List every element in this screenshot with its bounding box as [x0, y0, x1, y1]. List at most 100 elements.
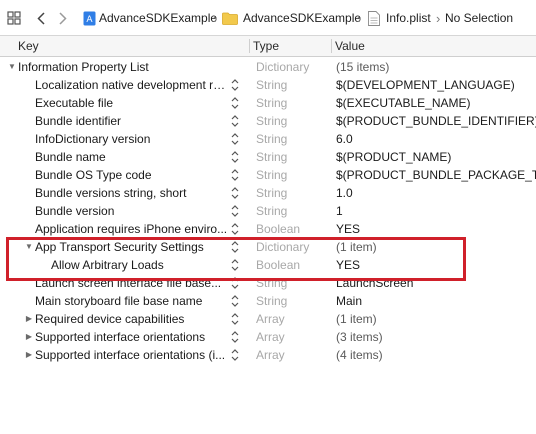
row-type[interactable]: String [256, 112, 287, 130]
row-value[interactable]: YES [336, 220, 536, 238]
key-stepper-icon[interactable] [231, 78, 239, 92]
key-stepper-icon[interactable] [231, 330, 239, 344]
row-key[interactable]: Application requires iPhone enviro... [35, 220, 228, 238]
row-value[interactable]: (1 item) [336, 238, 536, 256]
column-key-header[interactable]: Key [18, 36, 39, 56]
row-key[interactable]: Required device capabilities [35, 310, 228, 328]
row-value[interactable]: 1.0 [336, 184, 536, 202]
row-type[interactable]: Dictionary [256, 238, 309, 256]
row-type[interactable]: Boolean [256, 256, 300, 274]
row-type[interactable]: String [256, 184, 287, 202]
row-key[interactable]: Bundle name [35, 148, 228, 166]
row-type[interactable]: String [256, 94, 287, 112]
row-key[interactable]: Allow Arbitrary Loads [51, 256, 228, 274]
column-value-header[interactable]: Value [335, 36, 365, 56]
disclosure-expanded-icon[interactable]: ▼ [24, 238, 34, 256]
row-key[interactable]: InfoDictionary version [35, 130, 228, 148]
plist-row[interactable]: Main storyboard file base name String Main [0, 292, 536, 310]
key-stepper-icon[interactable] [231, 276, 239, 290]
plist-row[interactable]: Bundle OS Type code String $(PRODUCT_BUNDL… [0, 166, 536, 184]
row-key[interactable]: App Transport Security Settings [35, 238, 228, 256]
plist-row[interactable]: ▼ App Transport Security Settings Dictiona… [0, 238, 536, 256]
related-items-grid-icon[interactable] [6, 10, 22, 26]
row-key[interactable]: Information Property List [18, 58, 228, 76]
plist-row[interactable]: ▶ Supported interface orientations Array (3… [0, 328, 536, 346]
row-value[interactable]: 6.0 [336, 130, 536, 148]
row-key[interactable]: Supported interface orientations (i... [35, 346, 228, 364]
key-stepper-icon[interactable] [231, 186, 239, 200]
row-value[interactable]: (1 item) [336, 310, 536, 328]
row-value[interactable]: 1 [336, 202, 536, 220]
row-value[interactable]: Main [336, 292, 536, 310]
key-stepper-icon[interactable] [231, 312, 239, 326]
plist-row[interactable]: Launch screen interface file base... Stri… [0, 274, 536, 292]
row-value[interactable]: $(DEVELOPMENT_LANGUAGE) [336, 76, 536, 94]
forward-chevron-icon[interactable] [56, 10, 70, 26]
row-key[interactable]: Executable file [35, 94, 228, 112]
row-value[interactable]: LaunchScreen [336, 274, 536, 292]
row-type[interactable]: String [256, 76, 287, 94]
column-divider[interactable] [249, 39, 250, 53]
breadcrumb-project[interactable]: AdvanceSDKExample [99, 0, 217, 36]
key-stepper-icon[interactable] [231, 114, 239, 128]
breadcrumb-folder[interactable]: AdvanceSDKExample [243, 0, 361, 36]
key-stepper-icon[interactable] [231, 222, 239, 236]
plist-row[interactable]: InfoDictionary version String 6.0 [0, 130, 536, 148]
row-value[interactable]: (15 items) [336, 58, 536, 76]
key-stepper-icon[interactable] [231, 348, 239, 362]
row-value[interactable]: $(EXECUTABLE_NAME) [336, 94, 536, 112]
plist-row[interactable]: Bundle version String 1 [0, 202, 536, 220]
plist-row[interactable]: Executable file String $(EXECUTABLE_NAME) [0, 94, 536, 112]
plist-row[interactable]: ▶ Supported interface orientations (i... A… [0, 346, 536, 364]
row-type[interactable]: String [256, 292, 287, 310]
plist-row[interactable]: Bundle name String $(PRODUCT_NAME) [0, 148, 536, 166]
row-key[interactable]: Launch screen interface file base... [35, 274, 228, 292]
row-type[interactable]: Boolean [256, 220, 300, 238]
key-stepper-icon[interactable] [231, 168, 239, 182]
row-key[interactable]: Bundle versions string, short [35, 184, 228, 202]
row-value[interactable]: $(PRODUCT_BUNDLE_PACKAGE_TYPE) [336, 166, 536, 184]
row-key[interactable]: Bundle identifier [35, 112, 228, 130]
key-stepper-icon[interactable] [231, 96, 239, 110]
row-value[interactable]: $(PRODUCT_NAME) [336, 148, 536, 166]
disclosure-collapsed-icon[interactable]: ▶ [24, 346, 34, 364]
key-stepper-icon[interactable] [231, 132, 239, 146]
disclosure-expanded-icon[interactable]: ▼ [7, 58, 17, 76]
row-type[interactable]: Array [256, 328, 285, 346]
row-type[interactable]: String [256, 130, 287, 148]
row-type[interactable]: String [256, 166, 287, 184]
key-stepper-icon[interactable] [231, 294, 239, 308]
row-type[interactable]: String [256, 274, 287, 292]
key-stepper-icon[interactable] [231, 258, 239, 272]
row-value[interactable]: $(PRODUCT_BUNDLE_IDENTIFIER) [336, 112, 536, 130]
column-type-header[interactable]: Type [253, 36, 279, 56]
disclosure-collapsed-icon[interactable]: ▶ [24, 310, 34, 328]
row-value[interactable]: (4 items) [336, 346, 536, 364]
row-type[interactable]: Array [256, 310, 285, 328]
row-key[interactable]: Localization native development re... [35, 76, 228, 94]
plist-row[interactable]: Application requires iPhone enviro... Boo… [0, 220, 536, 238]
row-key[interactable]: Supported interface orientations [35, 328, 228, 346]
key-stepper-icon[interactable] [231, 150, 239, 164]
key-stepper-icon[interactable] [231, 204, 239, 218]
row-key[interactable]: Bundle version [35, 202, 228, 220]
row-key[interactable]: Main storyboard file base name [35, 292, 228, 310]
plist-row[interactable]: Localization native development re... Str… [0, 76, 536, 94]
plist-row[interactable]: ▼ Information Property List Dictionary (15 … [0, 58, 536, 76]
disclosure-collapsed-icon[interactable]: ▶ [24, 328, 34, 346]
row-type[interactable]: String [256, 202, 287, 220]
plist-row[interactable]: Bundle identifier String $(PRODUCT_BUNDLE_… [0, 112, 536, 130]
row-value[interactable]: YES [336, 256, 536, 274]
row-value[interactable]: (3 items) [336, 328, 536, 346]
breadcrumb-file[interactable]: Info.plist [386, 0, 431, 36]
column-divider[interactable] [331, 39, 332, 53]
plist-row[interactable]: Bundle versions string, short String 1.0 [0, 184, 536, 202]
row-key[interactable]: Bundle OS Type code [35, 166, 228, 184]
row-type[interactable]: Dictionary [256, 58, 309, 76]
plist-row[interactable]: Allow Arbitrary Loads Boolean YES [0, 256, 536, 274]
row-type[interactable]: String [256, 148, 287, 166]
key-stepper-icon[interactable] [231, 240, 239, 254]
back-chevron-icon[interactable] [34, 10, 48, 26]
row-type[interactable]: Array [256, 346, 285, 364]
breadcrumb-selection[interactable]: No Selection [445, 0, 513, 36]
